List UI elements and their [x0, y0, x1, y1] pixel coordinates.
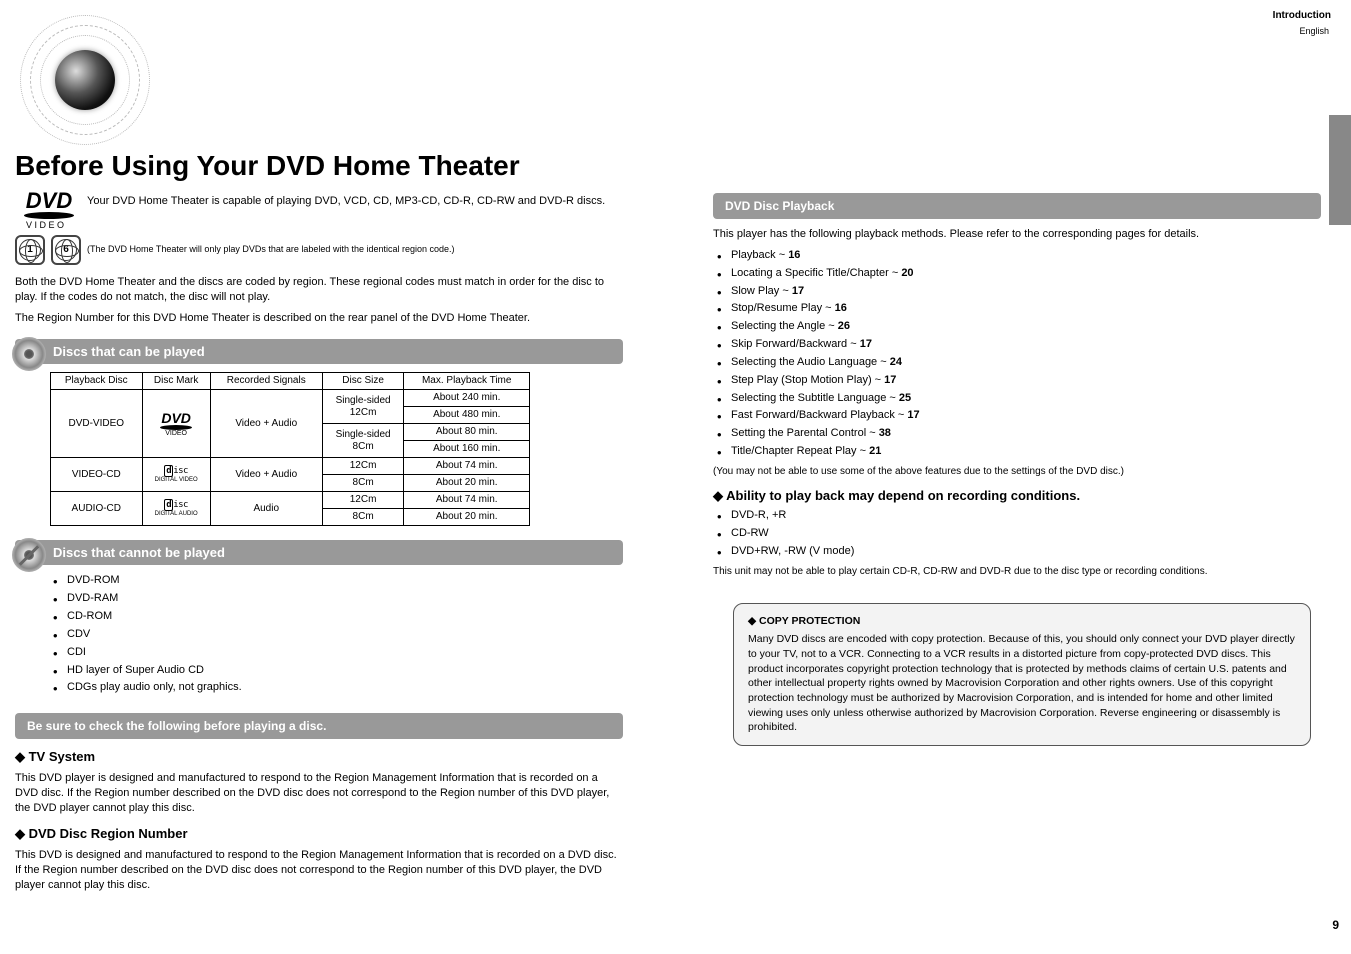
- region-num-text: This DVD is designed and manufactured to…: [15, 848, 623, 893]
- playback-note: (You may not be able to use some of the …: [713, 465, 1321, 479]
- cell-side-ss: Single-sided: [336, 395, 391, 406]
- region-num-title: ◆ DVD Disc Region Number: [15, 826, 623, 842]
- playback-intro: This player has the following playback m…: [713, 227, 1321, 242]
- ab-item: DVD-R, +R: [717, 508, 1321, 523]
- pb-item: Selecting the Subtitle Language ~ 25: [717, 391, 1321, 406]
- cell-acd-12: 12Cm: [322, 492, 404, 509]
- cell-size-12: 12Cm: [350, 407, 377, 418]
- section-notplayable-bar: Discs that cannot be played: [15, 540, 623, 565]
- np-item: CD-ROM: [53, 609, 623, 624]
- cell-vcd-mark: disc DIGITAL VIDEO: [142, 458, 210, 492]
- cell-time-480: About 480 min.: [404, 407, 530, 424]
- pb-item: Playback ~ 16: [717, 248, 1321, 263]
- pb-item: Locating a Specific Title/Chapter ~ 20: [717, 266, 1321, 281]
- dvd-logo-subtext: V I D E O: [15, 221, 75, 231]
- th-recorded-signals: Recorded Signals: [210, 373, 322, 390]
- region-globe-icon-1: 1: [15, 235, 45, 265]
- pb-item: Skip Forward/Backward ~ 17: [717, 337, 1321, 352]
- pb-item: Slow Play ~ 17: [717, 284, 1321, 299]
- region-text-2: The Region Number for this DVD Home Thea…: [15, 311, 623, 326]
- cell-dvd-sub: VIDEO: [147, 430, 206, 438]
- copy-protection-box: ◆ COPY PROTECTION Many DVD discs are enc…: [733, 603, 1311, 747]
- speaker-icon: [20, 15, 150, 145]
- cell-vcd-74: About 74 min.: [404, 458, 530, 475]
- th-max-time: Max. Playback Time: [404, 373, 530, 390]
- region-1-number: 1: [27, 244, 33, 255]
- region-side-note: (The DVD Home Theater will only play DVD…: [87, 244, 455, 255]
- ability-title: ◆ Ability to play back may depend on rec…: [713, 488, 1321, 504]
- cell-vcd-8: 8Cm: [322, 475, 404, 492]
- cell-side-ss8: Single-sided: [336, 429, 391, 440]
- pb-item: Fast Forward/Backward Playback ~ 17: [717, 408, 1321, 423]
- pb-item: Step Play (Stop Motion Play) ~ 17: [717, 373, 1321, 388]
- tv-system-text: This DVD player is designed and manufact…: [15, 771, 623, 816]
- left-column: Before Using Your DVD Home Theater DVD V…: [0, 0, 653, 954]
- cell-acd-sub: DIGITAL AUDIO: [147, 511, 206, 518]
- disc-icon: [12, 337, 46, 371]
- dvd-playback-bar: DVD Disc Playback: [713, 193, 1321, 219]
- pb-item: Selecting the Audio Language ~ 24: [717, 355, 1321, 370]
- copy-protection-title: ◆ COPY PROTECTION: [748, 614, 1296, 629]
- pb-item: Stop/Resume Play ~ 16: [717, 301, 1321, 316]
- cell-dvd-8cm: Single-sided 8Cm: [322, 424, 404, 458]
- caution-bar: Be sure to check the following before pl…: [15, 713, 623, 739]
- cell-vcd-signal: Video + Audio: [210, 458, 322, 492]
- right-column: DVD Disc Playback This player has the fo…: [653, 0, 1351, 954]
- pb-item: Title/Chapter Repeat Play ~ 21: [717, 444, 1321, 459]
- cell-vcd-12: 12Cm: [322, 458, 404, 475]
- cell-vcd-sub: DIGITAL VIDEO: [147, 477, 206, 484]
- cell-dvd-mark: DVD VIDEO: [142, 390, 210, 458]
- ability-list: DVD-R, +R CD-RW DVD+RW, -RW (V mode): [713, 508, 1321, 559]
- dvd-logo-icon: DVD: [24, 188, 74, 219]
- cell-acd-signal: Audio: [210, 492, 322, 526]
- np-item: CDGs play audio only, not graphics.: [53, 680, 623, 695]
- np-item: HD layer of Super Audio CD: [53, 663, 623, 678]
- th-disc-mark: Disc Mark: [142, 373, 210, 390]
- cell-vcd-type: VIDEO-CD: [51, 458, 143, 492]
- cell-time-160: About 160 min.: [404, 441, 530, 458]
- page: Before Using Your DVD Home Theater DVD V…: [0, 0, 1351, 954]
- cell-dvd-signal: Video + Audio: [210, 390, 322, 458]
- ab-item: CD-RW: [717, 526, 1321, 541]
- cell-dvd-type: DVD-VIDEO: [51, 390, 143, 458]
- playback-list: Playback ~ 16 Locating a Specific Title/…: [713, 248, 1321, 459]
- pb-item: Selecting the Angle ~ 26: [717, 319, 1321, 334]
- pb-item: Setting the Parental Control ~ 38: [717, 426, 1321, 441]
- cell-acd-type: AUDIO-CD: [51, 492, 143, 526]
- ab-item: DVD+RW, -RW (V mode): [717, 544, 1321, 559]
- np-item: DVD-RAM: [53, 591, 623, 606]
- section-playable-bar: Discs that can be played: [15, 339, 623, 364]
- cell-vcd-20: About 20 min.: [404, 475, 530, 492]
- not-playable-list: DVD-ROM DVD-RAM CD-ROM CDV CDI HD layer …: [15, 573, 623, 695]
- intro-text: Your DVD Home Theater is capable of play…: [87, 194, 623, 209]
- np-item: CDV: [53, 627, 623, 642]
- cell-time-240: About 240 min.: [404, 390, 530, 407]
- np-item: DVD-ROM: [53, 573, 623, 588]
- cell-size-8: 8Cm: [353, 441, 374, 452]
- cell-time-80: About 80 min.: [404, 424, 530, 441]
- region-globe-icon-6: 6: [51, 235, 81, 265]
- region-text-1: Both the DVD Home Theater and the discs …: [15, 275, 623, 305]
- cell-acd-mark: disc DIGITAL AUDIO: [142, 492, 210, 526]
- copy-protection-text: Many DVD discs are encoded with copy pro…: [748, 632, 1296, 735]
- no-disc-icon: [12, 538, 46, 572]
- np-item: CDI: [53, 645, 623, 660]
- section-notplayable-title: Discs that cannot be played: [53, 545, 225, 560]
- cell-dvd-12cm: Single-sided 12Cm: [322, 390, 404, 424]
- th-disc-size: Disc Size: [322, 373, 404, 390]
- tv-system-title: ◆ TV System: [15, 749, 623, 765]
- page-title: Before Using Your DVD Home Theater: [15, 150, 623, 182]
- cell-acd-20: About 20 min.: [404, 509, 530, 526]
- th-playback-disc: Playback Disc: [51, 373, 143, 390]
- disc-spec-table: Playback Disc Disc Mark Recorded Signals…: [50, 372, 530, 526]
- region-6-number: 6: [63, 244, 69, 255]
- cell-acd-8: 8Cm: [322, 509, 404, 526]
- section-playable-title: Discs that can be played: [53, 344, 205, 359]
- page-number: 9: [1332, 918, 1339, 932]
- ability-note: This unit may not be able to play certai…: [713, 565, 1321, 579]
- cell-acd-74: About 74 min.: [404, 492, 530, 509]
